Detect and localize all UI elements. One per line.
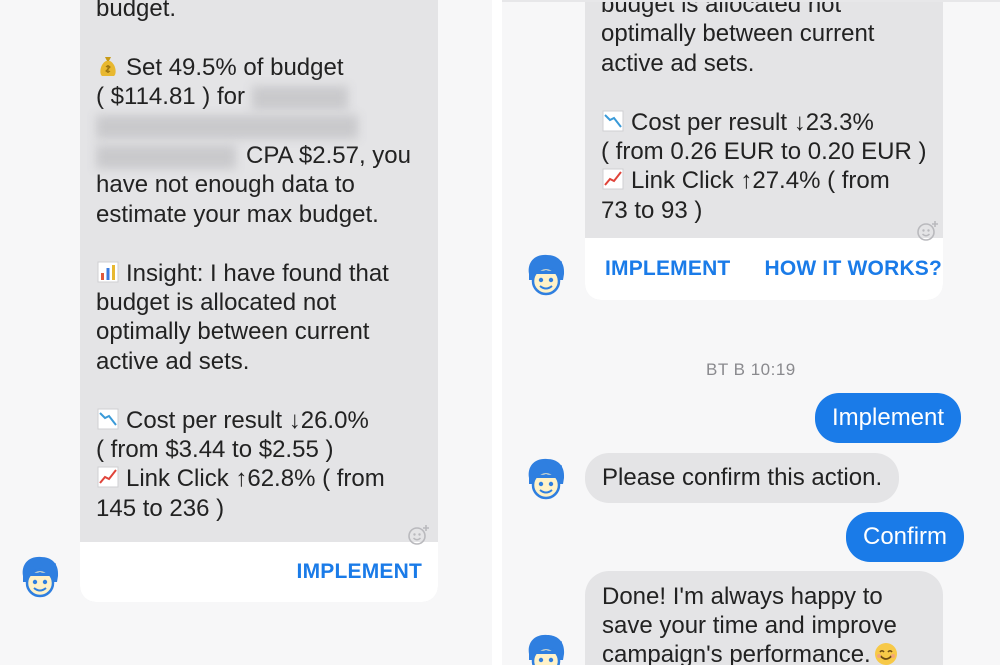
chart-up-icon: [96, 465, 120, 489]
message-line: ( from $3.44 to $2.55 ): [96, 436, 334, 464]
bot-message-confirm: Please confirm this action.: [585, 453, 900, 503]
message-line: budget.: [96, 0, 177, 22]
how-it-works-button[interactable]: HOW IT WORKS?: [764, 257, 942, 281]
card-message-text: budget. Set 49.5% of budget ( $114.81 ) …: [80, 0, 438, 523]
implement-button[interactable]: IMPLEMENT: [297, 560, 422, 584]
bar-chart-icon: [96, 260, 120, 284]
left-chat-panel: budget. Set 49.5% of budget ( $114.81 ) …: [0, 0, 492, 665]
message-line: campaign's performance.: [602, 640, 926, 665]
message-line: [96, 112, 422, 141]
user-message-confirm[interactable]: Confirm: [846, 512, 965, 562]
redacted-text: [251, 85, 348, 110]
bot-message-done: Done! I'm always happy to save your time…: [585, 571, 943, 665]
message-line: budget is allocated not: [96, 289, 337, 317]
message-line: optimally between current: [96, 318, 370, 346]
implement-button[interactable]: IMPLEMENT: [605, 257, 730, 281]
bot-avatar-icon: [523, 456, 569, 502]
message-timestamp: BT B 10:19: [706, 360, 796, 379]
add-reaction-icon[interactable]: [917, 220, 939, 242]
chart-up-icon: [601, 167, 625, 191]
message-line: active ad sets.: [96, 347, 250, 375]
card-actions: IMPLEMENT HOW IT WORKS?: [585, 238, 943, 300]
message-line: ( from 0.26 EUR to 0.20 EUR ): [601, 138, 927, 166]
redacted-text: [96, 115, 358, 140]
message-line: CPA $2.57, you: [96, 141, 422, 170]
message-line: budget is allocated not: [601, 0, 842, 18]
redacted-text: [96, 144, 236, 169]
message-line: save your time and improve: [602, 612, 897, 639]
message-line: Cost per result ↓26.0%: [96, 406, 422, 435]
message-line: Done! I'm always happy to: [602, 583, 883, 610]
message-line: ( $114.81 ) for: [96, 82, 422, 111]
bot-avatar-icon: [17, 554, 63, 600]
message-line: active ad sets.: [601, 49, 755, 77]
message-line: estimate your max budget.: [96, 200, 379, 228]
card-actions: IMPLEMENT: [80, 542, 438, 602]
money-bag-icon: [96, 54, 120, 78]
bot-recommendation-card: budget. Set 49.5% of budget ( $114.81 ) …: [80, 0, 438, 602]
message-line: 145 to 236 ): [96, 494, 225, 522]
message-line: Cost per result ↓23.3%: [601, 108, 927, 137]
user-message-implement[interactable]: Implement: [815, 393, 962, 443]
smiling-face-icon: [874, 642, 898, 665]
bot-avatar-icon: [523, 252, 569, 298]
right-chat-panel: budget is allocated not optimally betwee…: [502, 0, 1000, 665]
message-line: Link Click ↑62.8% ( from: [96, 464, 422, 493]
message-line: Set 49.5% of budget: [96, 53, 422, 82]
chart-down-icon: [96, 407, 120, 431]
bot-recommendation-card: budget is allocated not optimally betwee…: [585, 0, 943, 300]
message-line: have not enough data to: [96, 171, 355, 199]
message-line: optimally between current: [601, 20, 875, 48]
message-line: Insight: I have found that: [96, 259, 422, 288]
message-line: Link Click ↑27.4% ( from: [601, 166, 927, 195]
card-message-text: budget is allocated not optimally betwee…: [585, 0, 943, 225]
message-line: 73 to 93 ): [601, 196, 703, 224]
chart-down-icon: [601, 109, 625, 133]
add-reaction-icon[interactable]: [408, 524, 430, 546]
bot-avatar-icon: [523, 632, 569, 665]
